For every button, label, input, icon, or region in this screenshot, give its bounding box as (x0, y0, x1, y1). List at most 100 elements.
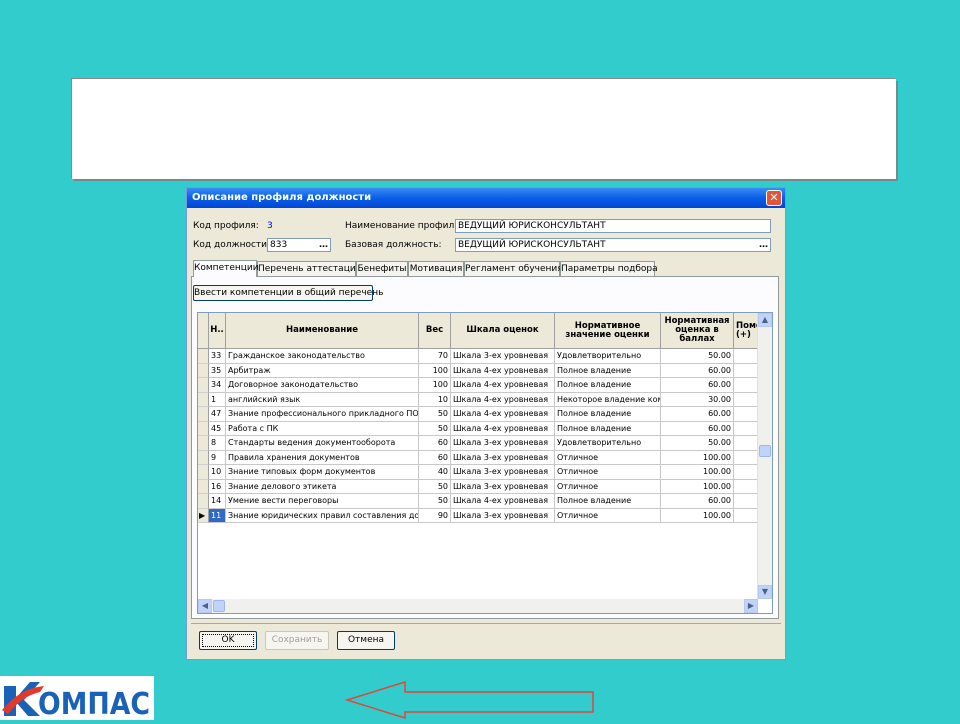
cell-norm-score[interactable]: 50.00 (661, 436, 734, 451)
cell-name[interactable]: Знание юридических правил составления до… (226, 508, 419, 523)
cell-weight[interactable]: 70 (419, 349, 451, 364)
cell-number[interactable]: 14 (209, 494, 226, 509)
close-button[interactable]: ✕ (766, 190, 782, 206)
cell-weight[interactable]: 40 (419, 465, 451, 480)
cell-norm-score[interactable]: 60.00 (661, 363, 734, 378)
position-code-field[interactable]: 833… (267, 238, 331, 252)
cell-name[interactable]: Гражданское законодательство (226, 349, 419, 364)
cell-scale[interactable]: Шкала 4-ех уровневая (451, 407, 555, 422)
cell-norm-value[interactable]: Полное владение (555, 421, 661, 436)
cell-norm-score[interactable]: 50.00 (661, 349, 734, 364)
cell-norm-value[interactable]: Полное владение (555, 494, 661, 509)
cell-number[interactable]: 45 (209, 421, 226, 436)
cell-scale[interactable]: Шкала 4-ех уровневая (451, 378, 555, 393)
cell-number[interactable]: 8 (209, 436, 226, 451)
cell-norm-value[interactable]: Некоторое владение ком (555, 392, 661, 407)
cell-norm-value[interactable]: Полное владение (555, 407, 661, 422)
vertical-scroll-thumb[interactable] (759, 445, 771, 457)
cell-weight[interactable]: 60 (419, 436, 451, 451)
vertical-scrollbar[interactable]: ▲ ▼ (757, 313, 772, 599)
save-button[interactable]: Сохранить (265, 631, 329, 650)
tab-attestations[interactable]: Перечень аттестаций (257, 261, 362, 276)
tab-benefits[interactable]: Бенефиты (356, 261, 408, 276)
horizontal-scrollbar[interactable]: ◀ ▶ (198, 599, 758, 613)
cell-norm-score[interactable]: 60.00 (661, 494, 734, 509)
tab-competencies[interactable]: Компетенции (193, 260, 259, 277)
cell-scale[interactable]: Шкала 3-ех уровневая (451, 465, 555, 480)
cell-scale[interactable]: Шкала 3-ех уровневая (451, 508, 555, 523)
cell-number[interactable]: 33 (209, 349, 226, 364)
table-row[interactable]: 45 Работа с ПК 50 Шкала 4-ех уровневая Полно… (198, 421, 760, 436)
cell-norm-value[interactable]: Отличное (555, 508, 661, 523)
cell-name[interactable]: Знание делового этикета (226, 479, 419, 494)
cell-norm-value[interactable]: Отличное (555, 465, 661, 480)
tab-selection-params[interactable]: Параметры подбора (560, 261, 658, 276)
cell-number[interactable]: 47 (209, 407, 226, 422)
cell-scale[interactable]: Шкала 3-ех уровневая (451, 479, 555, 494)
ok-button[interactable]: OK (199, 631, 257, 650)
cell-norm-value[interactable]: Полное владение (555, 378, 661, 393)
cell-number[interactable]: 11 (209, 508, 226, 523)
col-norm-value[interactable]: Нормативное значение оценки (555, 313, 661, 349)
cell-norm-score[interactable]: 60.00 (661, 421, 734, 436)
cell-weight[interactable]: 50 (419, 494, 451, 509)
cell-name[interactable]: Правила хранения документов (226, 450, 419, 465)
cancel-button[interactable]: Отмена (337, 631, 395, 650)
add-to-list-button[interactable]: Ввести компетенции в общий перечень (193, 285, 383, 301)
cell-name[interactable]: Работа с ПК (226, 421, 419, 436)
table-row[interactable]: 47 Знание профессионального прикладного П… (198, 407, 760, 422)
cell-norm-score[interactable]: 60.00 (661, 378, 734, 393)
cell-number[interactable]: 34 (209, 378, 226, 393)
scroll-right-icon[interactable]: ▶ (744, 599, 758, 613)
base-position-field[interactable]: ВЕДУЩИЙ ЮРИСКОНСУЛЬТАНТ… (455, 238, 771, 252)
cell-name[interactable]: Договорное законодательство (226, 378, 419, 393)
cell-norm-score[interactable]: 100.00 (661, 465, 734, 480)
cell-scale[interactable]: Шкала 4-ех уровневая (451, 363, 555, 378)
cell-norm-score[interactable]: 60.00 (661, 407, 734, 422)
cell-number[interactable]: 1 (209, 392, 226, 407)
cell-number[interactable]: 35 (209, 363, 226, 378)
cell-scale[interactable]: Шкала 4-ех уровневая (451, 392, 555, 407)
scroll-up-icon[interactable]: ▲ (758, 313, 772, 327)
cell-scale[interactable]: Шкала 3-ех уровневая (451, 349, 555, 364)
cell-name[interactable]: Стандарты ведения документооборота (226, 436, 419, 451)
col-scale[interactable]: Шкала оценок (451, 313, 555, 349)
table-row[interactable]: 33 Гражданское законодательство 70 Шкала 3-… (198, 349, 760, 364)
dialog-titlebar[interactable]: Описание профиля должности ✕ (187, 188, 785, 208)
cell-number[interactable]: 10 (209, 465, 226, 480)
col-number[interactable]: Н.. (209, 313, 226, 349)
col-norm-score[interactable]: Нормативная оценка в баллах (661, 313, 734, 349)
base-position-lookup-icon[interactable]: … (759, 239, 768, 251)
cell-weight[interactable]: 90 (419, 508, 451, 523)
cell-norm-value[interactable]: Отличное (555, 450, 661, 465)
cell-weight[interactable]: 50 (419, 407, 451, 422)
col-name[interactable]: Наименование (226, 313, 419, 349)
cell-scale[interactable]: Шкала 3-ех уровневая (451, 436, 555, 451)
table-row[interactable]: 8 Стандарты ведения документооборота 60 Шка… (198, 436, 760, 451)
scroll-down-icon[interactable]: ▼ (758, 585, 772, 599)
cell-norm-score[interactable]: 100.00 (661, 479, 734, 494)
tab-motivation[interactable]: Мотивация (408, 261, 464, 276)
back-arrow-icon[interactable] (345, 680, 597, 720)
cell-norm-score[interactable]: 100.00 (661, 508, 734, 523)
cell-weight[interactable]: 50 (419, 421, 451, 436)
cell-weight[interactable]: 60 (419, 450, 451, 465)
cell-norm-score[interactable]: 100.00 (661, 450, 734, 465)
cell-scale[interactable]: Шкала 4-ех уровневая (451, 494, 555, 509)
table-row[interactable]: 9 Правила хранения документов 60 Шкала 3-ех… (198, 450, 760, 465)
cell-name[interactable]: Арбитраж (226, 363, 419, 378)
cell-number[interactable]: 9 (209, 450, 226, 465)
cell-name[interactable]: английский язык (226, 392, 419, 407)
scroll-left-icon[interactable]: ◀ (198, 599, 212, 613)
cell-weight[interactable]: 100 (419, 363, 451, 378)
cell-name[interactable]: Знание типовых форм документов (226, 465, 419, 480)
table-row[interactable]: 35 Арбитраж 100 Шкала 4-ех уровневая Полное … (198, 363, 760, 378)
cell-norm-value[interactable]: Полное владение (555, 363, 661, 378)
cell-weight[interactable]: 10 (419, 392, 451, 407)
cell-name[interactable]: Знание профессионального прикладного ПО (226, 407, 419, 422)
cell-scale[interactable]: Шкала 4-ех уровневая (451, 421, 555, 436)
table-row[interactable]: 10 Знание типовых форм документов 40 Шкала … (198, 465, 760, 480)
cell-weight[interactable]: 50 (419, 479, 451, 494)
table-row[interactable]: 14 Умение вести переговоры 50 Шкала 4-ех ур… (198, 494, 760, 509)
col-weight[interactable]: Вес (419, 313, 451, 349)
